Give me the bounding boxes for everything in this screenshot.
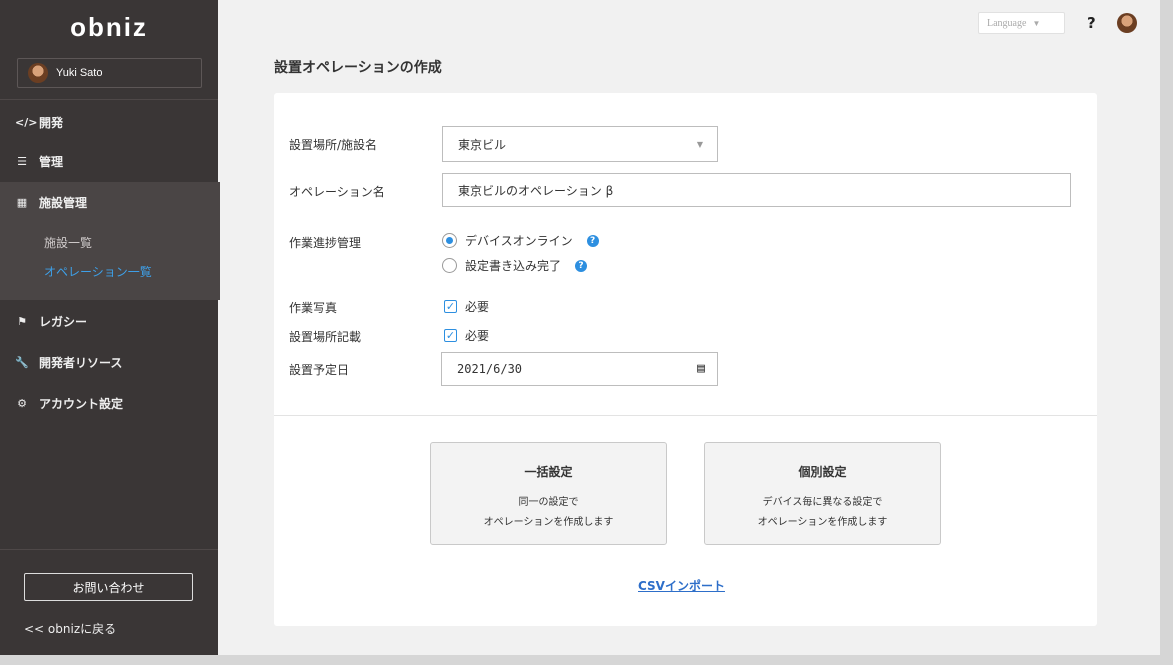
progress-label: 作業進捗管理 xyxy=(289,236,362,250)
list-icon: ☰ xyxy=(17,154,27,168)
gear-icon: ⚙ xyxy=(17,396,27,410)
location-required-checkbox[interactable]: ✓ 必要 xyxy=(444,327,489,344)
option-desc-line: 同一の設定で xyxy=(518,497,579,508)
calendar-icon[interactable]: ▤ xyxy=(697,361,705,376)
option-description: 同一の設定で オペレーションを作成します xyxy=(431,493,666,533)
scheduled-date-label: 設置予定日 xyxy=(289,363,350,377)
sidebar-divider xyxy=(0,99,218,100)
operation-name-label: オペレーション名 xyxy=(289,185,385,199)
info-icon[interactable]: ? xyxy=(575,259,588,272)
user-menu[interactable]: Yuki Sato xyxy=(17,58,202,88)
sidebar-subitem-facility-list[interactable]: 施設一覧 xyxy=(44,234,92,251)
sidebar-subitem-operation-list[interactable]: オペレーション一覧 xyxy=(44,263,152,280)
contact-button[interactable]: お問い合わせ xyxy=(24,573,193,601)
radio-unselected[interactable] xyxy=(442,258,457,273)
radio-selected[interactable] xyxy=(442,233,457,248)
checkbox-label: 必要 xyxy=(465,300,490,314)
help-icon[interactable]: ? xyxy=(1087,14,1096,32)
option-desc-line: オペレーションを作成します xyxy=(757,517,888,528)
card-divider xyxy=(274,415,1097,416)
site-label: 設置場所/施設名 xyxy=(289,138,378,152)
language-select[interactable]: Language ▼ xyxy=(978,12,1065,34)
sidebar-item-legacy[interactable]: ⚑ レガシー xyxy=(0,301,218,341)
flag-icon: ⚑ xyxy=(17,314,27,328)
progress-option-config-written[interactable]: 設定書き込み完了 ? xyxy=(442,257,588,274)
sidebar-item-label: 開発 xyxy=(39,115,64,130)
back-to-obniz-link[interactable]: << obnizに戻る xyxy=(24,620,116,637)
option-description: デバイス毎に異なる設定で オペレーションを作成します xyxy=(705,493,940,533)
sidebar-item-develop[interactable]: </> 開発 xyxy=(0,102,218,142)
sidebar-item-label: 施設管理 xyxy=(39,195,88,210)
operation-form-card: 設置場所/施設名 東京ビル ▼ オペレーション名 作業進捗管理 デバイスオンライ… xyxy=(274,93,1097,626)
wrench-icon: 🔧 xyxy=(15,355,29,369)
site-select-value: 東京ビル xyxy=(458,137,507,152)
chevron-down-icon: ▼ xyxy=(1032,18,1041,28)
sidebar: obniz Yuki Sato </> 開発 管理 ☰ 管理 ▦ 施設管理 施設… xyxy=(0,0,220,655)
sidebar-item-label: 開発者リソース xyxy=(39,355,123,370)
option-title: 一括設定 xyxy=(524,465,573,479)
sidebar-item-label: アカウント設定 xyxy=(39,396,124,411)
progress-option-device-online[interactable]: デバイスオンライン ? xyxy=(442,232,599,249)
user-name: Yuki Sato xyxy=(56,67,103,79)
user-avatar xyxy=(28,63,48,83)
sidebar-item-label: レガシー xyxy=(39,314,88,329)
obniz-logo[interactable]: obniz xyxy=(0,12,218,43)
radio-label: デバイスオンライン xyxy=(465,234,573,248)
operation-name-input[interactable] xyxy=(442,173,1071,207)
photo-label: 作業写真 xyxy=(289,301,338,315)
header-avatar[interactable] xyxy=(1117,13,1137,33)
sidebar-item-manage[interactable]: 管理 ☰ 管理 xyxy=(0,141,218,181)
sidebar-divider xyxy=(0,549,218,550)
sidebar-item-facility[interactable]: ▦ 施設管理 xyxy=(0,182,218,222)
radio-label: 設定書き込み完了 xyxy=(465,259,562,273)
chevron-down-icon: ▼ xyxy=(696,140,703,149)
option-desc-line: デバイス毎に異なる設定で xyxy=(762,497,883,508)
building-icon: ▦ xyxy=(16,195,28,209)
code-icon: </> xyxy=(15,115,38,129)
page-title: 設置オペレーションの作成 xyxy=(274,60,442,76)
option-title: 個別設定 xyxy=(798,465,847,479)
bulk-setting-button[interactable]: 一括設定 同一の設定で オペレーションを作成します xyxy=(430,442,667,545)
sidebar-item-label: 管理 xyxy=(39,154,64,169)
info-icon[interactable]: ? xyxy=(586,234,599,247)
individual-setting-button[interactable]: 個別設定 デバイス毎に異なる設定で オペレーションを作成します xyxy=(704,442,941,545)
sidebar-item-account-settings[interactable]: ⚙ アカウント設定 xyxy=(0,383,218,423)
checkbox-checked[interactable]: ✓ xyxy=(444,329,457,342)
date-value: 2021/6/30 xyxy=(457,362,523,376)
csv-import-link[interactable]: CSVインポート xyxy=(638,577,725,594)
language-label: Language xyxy=(987,17,1027,29)
location-label: 設置場所記載 xyxy=(289,330,362,344)
option-desc-line: オペレーションを作成します xyxy=(483,517,614,528)
photo-required-checkbox[interactable]: ✓ 必要 xyxy=(444,298,489,315)
sidebar-item-dev-resources[interactable]: 🔧 開発者リソース xyxy=(0,342,218,382)
checkbox-checked[interactable]: ✓ xyxy=(444,300,457,313)
app-window: obniz Yuki Sato </> 開発 管理 ☰ 管理 ▦ 施設管理 施設… xyxy=(0,0,1160,655)
checkbox-label: 必要 xyxy=(465,329,490,343)
scheduled-date-input[interactable]: 2021/6/30 ▤ xyxy=(441,352,718,386)
site-select[interactable]: 東京ビル ▼ xyxy=(442,126,718,162)
